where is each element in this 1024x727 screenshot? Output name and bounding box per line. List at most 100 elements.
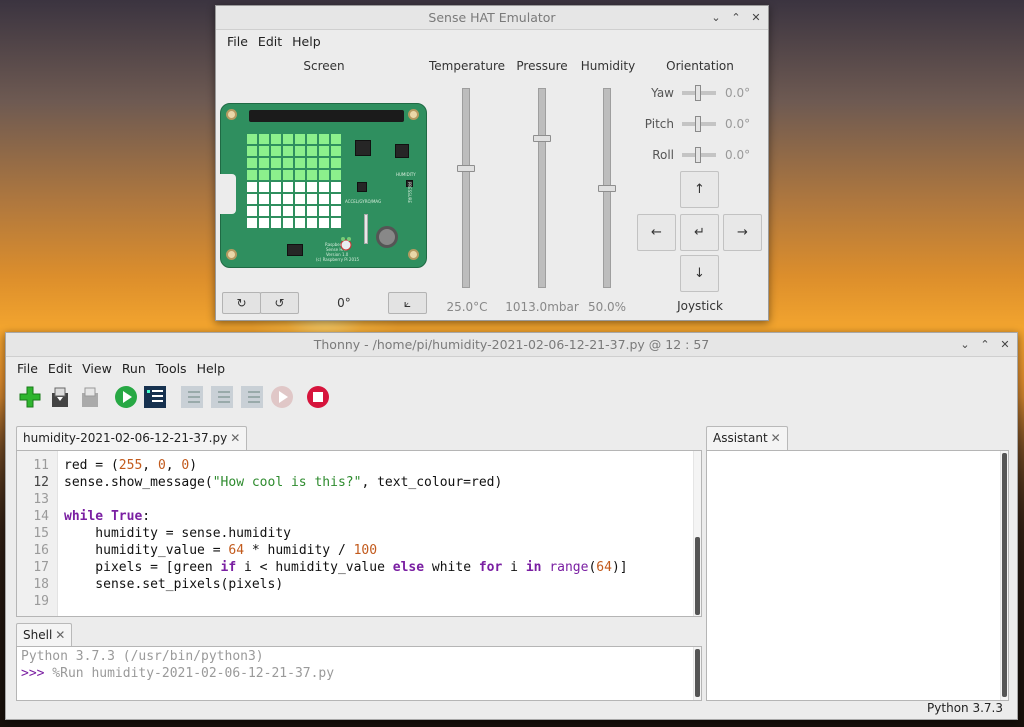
assistant-scrollbar[interactable]: [1000, 451, 1008, 700]
led-pixel: [283, 182, 293, 192]
menu-help[interactable]: Help: [287, 34, 326, 49]
line-number: 18: [33, 577, 49, 592]
menu-run[interactable]: Run: [117, 361, 151, 376]
menu-edit[interactable]: Edit: [253, 34, 287, 49]
temperature-value: 25.0°C: [446, 300, 488, 314]
pressure-slider-knob[interactable]: [533, 135, 551, 142]
shell-command: %Run humidity-2021-02-06-12-21-37.py: [44, 666, 335, 681]
menu-file[interactable]: File: [12, 361, 43, 376]
python-version-status[interactable]: Python 3.7.3: [927, 701, 1003, 715]
chevron-up-icon[interactable]: ⌃: [730, 6, 742, 30]
led-pixel: [307, 194, 317, 204]
mount-hole: [408, 109, 419, 120]
tab-humidity-file[interactable]: humidity-2021-02-06-12-21-37.py ✕: [16, 426, 248, 450]
menu-help[interactable]: Help: [192, 361, 231, 376]
temperature-slider[interactable]: [457, 88, 475, 288]
flip-button[interactable]: ⟀: [388, 292, 427, 314]
code-editor[interactable]: 11 12 13 14 15 16 17 18 19 red = (255, 0…: [16, 450, 702, 617]
humidity-slider-knob[interactable]: [598, 185, 616, 192]
open-file-icon[interactable]: [48, 385, 72, 409]
roll-slider-knob[interactable]: [695, 147, 701, 163]
humidity-slider[interactable]: [598, 88, 616, 288]
new-file-icon[interactable]: [18, 385, 42, 409]
raspberry-logo-icon: [340, 237, 352, 251]
shell-panel[interactable]: Python 3.7.3 (/usr/bin/python3) >>> %Run…: [16, 646, 702, 701]
led-pixel: [283, 218, 293, 228]
menu-edit[interactable]: Edit: [43, 361, 77, 376]
led-pixel: [331, 146, 341, 156]
menu-file[interactable]: File: [222, 34, 253, 49]
code-line: sense.show_message("How cool is this?", …: [64, 474, 502, 491]
menu-tools[interactable]: Tools: [151, 361, 192, 376]
step-into-icon[interactable]: [210, 385, 234, 409]
led-pixel: [295, 218, 305, 228]
code-line: while True:: [64, 508, 150, 525]
code-token: :: [142, 509, 151, 524]
rotate-ccw-button[interactable]: ↺: [260, 292, 299, 314]
assistant-scrollbar-thumb[interactable]: [1002, 453, 1007, 697]
temperature-slider-knob[interactable]: [457, 165, 475, 172]
led-pixel: [295, 170, 305, 180]
thonny-menubar: File Edit View Run Tools Help: [6, 357, 1017, 379]
led-pixel: [259, 218, 269, 228]
close-icon[interactable]: ✕: [55, 628, 65, 642]
led-pixel: [259, 182, 269, 192]
sensor-chip: [357, 182, 367, 192]
resume-icon[interactable]: [270, 385, 294, 409]
menu-view[interactable]: View: [77, 361, 117, 376]
tab-assistant[interactable]: Assistant ✕: [706, 426, 788, 450]
stop-icon[interactable]: [306, 385, 330, 409]
debug-icon[interactable]: [143, 385, 167, 409]
shell-scrollbar-thumb[interactable]: [695, 649, 700, 697]
pressure-slider[interactable]: [533, 88, 551, 288]
editor-scrollbar-thumb[interactable]: [695, 537, 700, 615]
close-icon[interactable]: ✕: [230, 431, 240, 445]
joystick-enter-button[interactable]: ↵: [680, 214, 719, 251]
chevron-up-icon[interactable]: ⌃: [979, 333, 991, 357]
pitch-slider-knob[interactable]: [695, 116, 701, 132]
led-pixel: [283, 158, 293, 168]
yaw-slider[interactable]: [682, 85, 716, 101]
close-icon[interactable]: ✕: [750, 6, 762, 30]
led-pixel: [307, 158, 317, 168]
code-token: i < humidity_value: [236, 560, 393, 575]
joystick-up-button[interactable]: ↑: [680, 171, 719, 208]
led-pixel: [331, 194, 341, 204]
pitch-slider[interactable]: [682, 116, 716, 132]
board-text-humidity: HUMIDITY: [396, 172, 416, 177]
step-out-icon[interactable]: [240, 385, 264, 409]
led-pixel: [259, 194, 269, 204]
pitch-label: Pitch: [644, 117, 674, 131]
sense-titlebar: Sense HAT Emulator ⌄ ⌃ ✕: [216, 6, 768, 30]
joystick-right-button[interactable]: →: [723, 214, 762, 251]
code-token: ,: [142, 458, 158, 473]
led-pixel: [307, 206, 317, 216]
run-icon[interactable]: [114, 385, 138, 409]
chevron-down-icon[interactable]: ⌄: [959, 333, 971, 357]
chevron-down-icon[interactable]: ⌄: [710, 6, 722, 30]
editor-scrollbar[interactable]: [693, 451, 701, 616]
led-pixel: [271, 206, 281, 216]
led-pixel: [319, 134, 329, 144]
close-icon[interactable]: ✕: [999, 333, 1011, 357]
shell-scrollbar[interactable]: [693, 647, 701, 700]
line-number: 13: [33, 492, 49, 507]
led-pixel: [259, 170, 269, 180]
code-token: if: [220, 560, 237, 575]
joystick-left-button[interactable]: ←: [637, 214, 676, 251]
close-icon[interactable]: ✕: [771, 431, 781, 445]
humidity-value: 50.0%: [587, 300, 627, 314]
save-file-icon[interactable]: [78, 385, 102, 409]
thonny-toolbar: [6, 379, 1017, 415]
rotate-cw-button[interactable]: ↻: [222, 292, 261, 314]
yaw-slider-knob[interactable]: [695, 85, 701, 101]
joystick-down-button[interactable]: ↓: [680, 255, 719, 292]
tab-shell[interactable]: Shell ✕: [16, 623, 73, 647]
roll-slider[interactable]: [682, 147, 716, 163]
assistant-panel: [706, 450, 1009, 701]
mount-hole: [408, 249, 419, 260]
led-pixel: [319, 194, 329, 204]
step-over-icon[interactable]: [180, 385, 204, 409]
sense-menubar: File Edit Help: [216, 30, 768, 52]
code-token: pixels = [green: [64, 560, 221, 575]
